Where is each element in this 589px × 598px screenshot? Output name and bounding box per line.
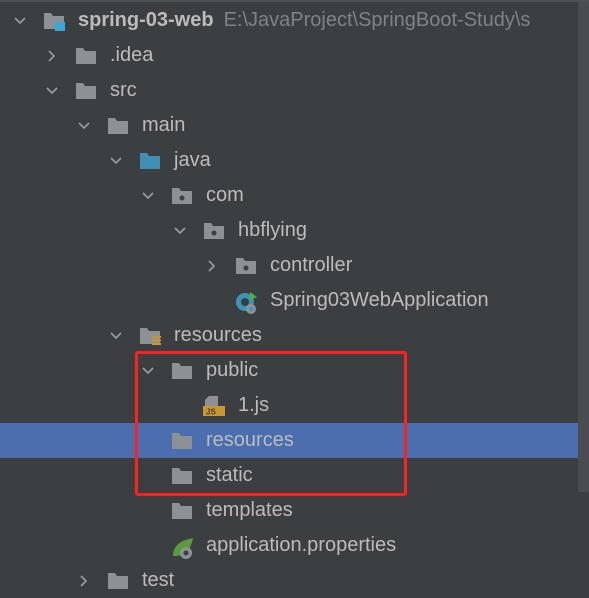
tree-item[interactable]: static [0,458,578,493]
chevron-down-icon[interactable] [76,118,92,134]
chevron-down-icon[interactable] [12,13,28,29]
tree-item[interactable]: test [0,563,578,598]
tree-item[interactable]: templates [0,493,578,528]
module-folder-icon [43,11,65,31]
tree-item[interactable]: .idea [0,38,578,73]
tree-item-label: controller [270,254,353,276]
top-border [0,0,589,2]
tree-item[interactable]: JS 1.js [0,388,578,423]
project-name: spring-03-web [78,9,214,31]
folder-icon [75,46,97,66]
chevron-down-icon[interactable] [140,363,156,379]
resources-folder-icon [139,326,161,346]
tree-item[interactable]: controller [0,248,578,283]
tree-item[interactable]: Spring03WebApplication [0,283,578,318]
tree-item-label: resources [206,429,294,451]
tree-item[interactable]: hbflying [0,213,578,248]
tree-item[interactable]: spring-03-web E:\JavaProject\SpringBoot-S… [0,3,578,38]
package-icon [171,186,193,206]
svg-text:JS: JS [206,407,216,416]
chevron-right-icon[interactable] [76,573,92,589]
tree-item-label: test [142,569,175,591]
folder-icon [171,361,193,381]
tree-item-label: src [110,79,137,101]
tree-item-label: static [206,464,253,486]
chevron-right-icon[interactable] [44,48,60,64]
tree-item-label: hbflying [238,219,307,241]
tree-item-label: com [206,184,244,206]
spring-boot-class-icon [235,291,257,314]
tree-item[interactable]: com [0,178,578,213]
chevron-down-icon[interactable] [172,223,188,239]
tree-item[interactable]: application.properties [0,528,578,563]
folder-icon [171,501,193,521]
chevron-down-icon[interactable] [108,153,124,169]
project-path: E:\JavaProject\SpringBoot-Study\s [223,9,531,31]
tree-item-label: .idea [110,44,154,66]
chevron-right-icon[interactable] [204,258,220,274]
tree-item-label: Spring03WebApplication [270,289,489,311]
package-icon [235,256,257,276]
tree-item[interactable]: java [0,143,578,178]
folder-icon [75,81,97,101]
tree-item-label: application.properties [206,534,397,556]
package-icon [203,221,225,241]
chevron-down-icon[interactable] [44,83,60,99]
tree-item-label: resources [174,324,262,346]
tree-item[interactable]: resources [0,423,578,458]
tree-item-label: 1.js [238,394,270,416]
chevron-down-icon[interactable] [140,188,156,204]
chevron-down-icon[interactable] [108,328,124,344]
vertical-scrollbar[interactable] [578,2,589,492]
tree-item-label: templates [206,499,293,521]
tree-item-label: main [142,114,186,136]
tree-item[interactable]: resources [0,318,578,353]
js-file-icon: JS [203,395,225,416]
source-folder-icon [139,151,161,171]
tree-item[interactable]: main [0,108,578,143]
spring-properties-icon [171,536,193,559]
folder-icon [171,466,193,486]
folder-icon [107,116,129,136]
tree-item-label: java [174,149,211,171]
tree-item-label: spring-03-web E:\JavaProject\SpringBoot-S… [78,9,530,32]
folder-icon [107,571,129,591]
folder-icon [171,431,193,451]
tree-item-label: public [206,359,259,381]
tree-item[interactable]: src [0,73,578,108]
tree-item[interactable]: public [0,353,578,388]
